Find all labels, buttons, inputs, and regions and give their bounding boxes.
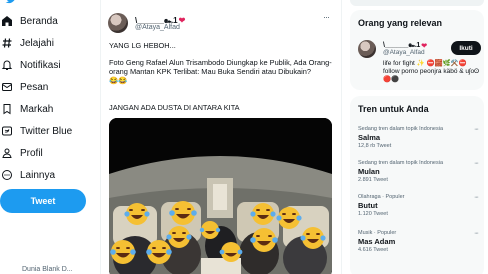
- trend-name: Mas Adam: [358, 237, 396, 246]
- tweet-author-handle[interactable]: @Ataya_Alfad: [135, 24, 180, 31]
- nav-item-messages[interactable]: Pesan: [0, 78, 48, 96]
- nav-item-label: Profil: [20, 147, 43, 159]
- bell-icon: [0, 58, 14, 72]
- nav-item-label: Markah: [20, 103, 54, 115]
- nav-item-bookmarks[interactable]: Markah: [0, 100, 53, 118]
- trend-context: Olahraga · Populer: [358, 194, 405, 200]
- trend-item[interactable]: Sedang tren dalam topik Indonesia Mulan …: [358, 160, 480, 183]
- tweet-button[interactable]: Tweet: [0, 189, 86, 213]
- twitter-logo-icon[interactable]: [4, 0, 18, 4]
- nav-item-more[interactable]: Lainnya: [0, 166, 55, 184]
- more-circle-icon: [0, 168, 14, 182]
- more-options-icon[interactable]: ···: [474, 126, 479, 133]
- more-options-icon[interactable]: ···: [474, 194, 479, 201]
- trend-count: 1.120 Tweet: [358, 211, 388, 217]
- avatar[interactable]: [358, 40, 376, 58]
- nav-item-label: Notifikasi: [20, 59, 61, 71]
- nav-item-label: Twitter Blue: [20, 125, 73, 137]
- card-title: Orang yang relevan: [358, 18, 443, 28]
- follow-button[interactable]: Ikuti: [451, 41, 481, 55]
- nav-item-profile[interactable]: Profil: [0, 144, 43, 162]
- nav-item-twitter-blue[interactable]: Twitter Blue: [0, 122, 72, 140]
- more-options-icon[interactable]: ···: [474, 160, 479, 167]
- left-nav: Beranda Jelajahi Notifikasi Pesan Markah…: [0, 0, 96, 274]
- nav-item-label: Pesan: [20, 81, 49, 93]
- nav-item-explore[interactable]: Jelajahi: [0, 34, 54, 52]
- trend-item[interactable]: Sedang tren dalam topik Indonesia Salma …: [358, 126, 480, 149]
- more-options-icon[interactable]: ···: [474, 230, 479, 237]
- tweet-text-paragraph: Foto Geng Rafael Alun Trisambodo Diungka…: [109, 58, 335, 85]
- more-options-icon[interactable]: ···: [323, 12, 330, 22]
- trend-count: 12,8 rb Tweet: [358, 143, 392, 149]
- trend-context: Sedang tren dalam topik Indonesia: [358, 160, 444, 166]
- tweet-media-image[interactable]: [109, 118, 332, 274]
- card-title: Tren untuk Anda: [358, 104, 429, 114]
- relevant-people-card: Orang yang relevan \______๛1 ❤ @Ataya_Al…: [350, 10, 484, 90]
- trend-count: 2.891 Tweet: [358, 177, 388, 183]
- trend-count: 4.616 Tweet: [358, 247, 388, 253]
- nav-item-notifications[interactable]: Notifikasi: [0, 56, 61, 74]
- trend-context: Sedang tren dalam topik Indonesia: [358, 126, 444, 132]
- trend-name: Butut: [358, 201, 378, 210]
- tweet-emoji: 😂😂: [109, 76, 128, 85]
- media-photo: [109, 118, 332, 274]
- trend-item[interactable]: Musik · Populer Mas Adam 4.616 Tweet ···: [358, 230, 480, 253]
- trend-item[interactable]: Olahraga · Populer Butut 1.120 Tweet ···: [358, 194, 480, 217]
- nav-item-label: Lainnya: [20, 169, 56, 181]
- search-input[interactable]: [350, 0, 484, 6]
- bookmark-icon: [0, 102, 14, 116]
- nav-item-label: Beranda: [20, 15, 58, 27]
- trend-context: Musik · Populer: [358, 230, 397, 236]
- trends-card: Tren untuk Anda Sedang tren dalam topik …: [350, 96, 484, 274]
- trend-name: Mulan: [358, 167, 380, 176]
- avatar[interactable]: [108, 13, 128, 33]
- trend-name: Salma: [358, 133, 381, 142]
- twitter-blue-icon: [0, 124, 14, 138]
- person-icon: [0, 146, 14, 160]
- tweet-feed: \______๛1 ❤ @Ataya_Alfad ··· YANG LG HEB…: [100, 0, 342, 274]
- hashtag-icon: [0, 36, 14, 50]
- envelope-icon: [0, 80, 14, 94]
- relevant-user-bio: life for fight ✨ ⛔🧱🌿⚒️⛔ follow porno peo…: [383, 60, 480, 83]
- tweet-headline: Foto Geng Rafael Alun Trisambodo Diungka…: [109, 58, 332, 76]
- tweet-text-line: YANG LG HEBOH...: [109, 41, 176, 50]
- nav-item-label: Jelajahi: [20, 37, 54, 49]
- nav-item-home[interactable]: Beranda: [0, 12, 58, 30]
- account-switcher[interactable]: Dunia Blank D...: [22, 266, 73, 273]
- tweet-text-line: JANGAN ADA DUSTA DI ANTARA KITA: [109, 103, 240, 112]
- right-sidebar: Orang yang relevan \______๛1 ❤ @Ataya_Al…: [350, 0, 488, 274]
- relevant-user-handle[interactable]: @Ataya_Alfad: [383, 49, 425, 56]
- home-icon: [0, 14, 14, 28]
